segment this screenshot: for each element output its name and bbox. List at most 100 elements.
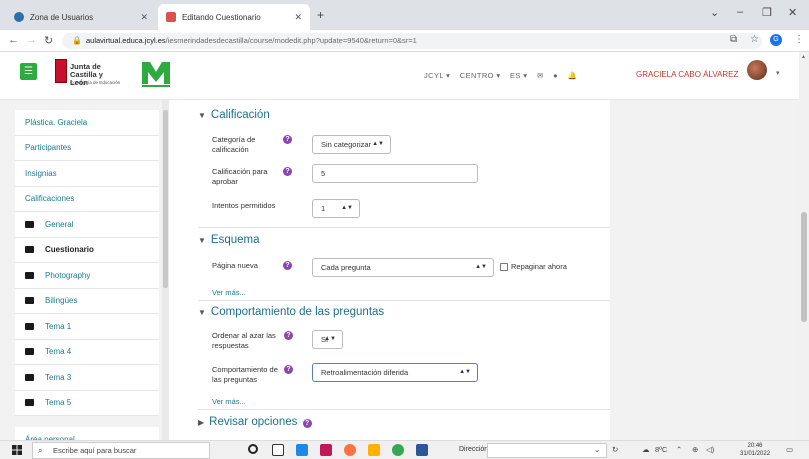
sidebar-item-tema5[interactable]: Tema 5 <box>15 390 159 416</box>
pagina-label: Página nueva <box>212 261 258 270</box>
dropdown-chevron-icon[interactable]: ⌄ <box>594 445 600 454</box>
reload-icon[interactable]: ↻ <box>44 34 53 47</box>
select-arrows-icon: ▲▼ <box>341 205 353 211</box>
sidebar-item-bilingues[interactable]: Bilingües <box>15 288 159 314</box>
sidebar-item-plastica[interactable]: Plástica. Graciela <box>15 110 159 136</box>
network-icon[interactable]: ⊕ <box>692 445 698 454</box>
sidebar-item-photography[interactable]: Photography <box>15 263 159 289</box>
comportamiento-vermas-link[interactable]: Ver más... <box>212 397 246 406</box>
comportamiento-select[interactable]: Retroalimentación diferida ▲▼ <box>312 363 478 382</box>
help-icon[interactable]: ? <box>283 261 292 270</box>
volume-icon[interactable]: ◁) <box>706 445 714 454</box>
quiz-settings-form: ▼ Calificación Categoría de calificación … <box>190 100 610 440</box>
direccion-input[interactable] <box>487 443 607 458</box>
intentos-select[interactable]: 1 ▲▼ <box>312 199 360 218</box>
browser-tab-zona[interactable]: Zona de Usuarios ✕ <box>6 4 156 30</box>
folder-icon <box>25 399 34 407</box>
intentos-label: Intentos permitidos <box>212 201 276 210</box>
maximize-button[interactable]: ❐ <box>762 6 772 19</box>
sidebar-item-tema3[interactable]: Tema 3 <box>15 365 159 391</box>
collapse-caret-icon: ▼ <box>198 111 206 120</box>
help-icon[interactable]: ? <box>284 331 293 340</box>
url-host: aulavirtual.educa.jcyl.es <box>86 36 166 45</box>
chat-icon[interactable]: ● <box>553 71 558 80</box>
browser-tab-editando[interactable]: Editando Cuestionario ✕ <box>158 4 310 30</box>
ordenar-select[interactable]: Sí ▲▼ <box>312 330 343 349</box>
sidebar-item-cuestionario[interactable]: Cuestionario <box>15 237 159 263</box>
notification-center-icon[interactable]: ▭ <box>786 445 793 454</box>
sidebar-scrollbar[interactable] <box>162 100 169 440</box>
pagina-select[interactable]: Cada pregunta ▲▼ <box>312 258 494 277</box>
jcyl-logo[interactable]: Junta de Castilla y León Consejería de Ed… <box>55 57 121 90</box>
user-name[interactable]: GRACIELA CABO ÁLVAREZ <box>636 70 738 79</box>
merindades-logo-icon <box>142 62 170 87</box>
taskbar-clock[interactable]: 20:46 31/01/2022 <box>740 442 770 458</box>
section-revisar-header[interactable]: ▶ Revisar opciones ? <box>198 416 312 428</box>
minimize-button[interactable]: – <box>737 6 743 18</box>
sidebar-scroll-thumb[interactable] <box>163 110 168 288</box>
logo-subtitle: Consejería de Educación <box>70 80 121 85</box>
collapse-caret-icon: ▼ <box>198 236 206 245</box>
section-divider <box>198 227 610 228</box>
scroll-up-arrow-icon[interactable]: ▲ <box>801 54 806 60</box>
folder-app-icon[interactable] <box>368 444 380 456</box>
forward-icon[interactable]: → <box>26 34 37 46</box>
nav-jcyl[interactable]: JCYL ▾ <box>424 71 450 80</box>
taskbar-search-field[interactable]: ⌕ Escribe aquí para buscar <box>32 442 210 459</box>
sidebar-item-insignias[interactable]: Insignias <box>15 161 159 187</box>
avatar[interactable] <box>747 60 767 80</box>
sidebar-item-general[interactable]: General <box>15 212 159 238</box>
user-menu-caret-icon[interactable]: ▾ <box>776 69 780 77</box>
help-icon[interactable]: ? <box>302 419 312 428</box>
nav-centro[interactable]: CENTRO ▾ <box>460 71 501 80</box>
task-view-icon[interactable] <box>272 444 284 456</box>
tray-chevron-icon[interactable]: ⌃ <box>676 445 682 454</box>
select-arrows-icon: ▲▼ <box>324 336 336 342</box>
ordenar-label: Ordenar al azar las respuestas <box>212 331 276 350</box>
aprobar-input[interactable]: 5 <box>312 164 478 183</box>
section-comportamiento-header[interactable]: ▼ Comportamiento de las preguntas <box>198 306 384 318</box>
share-icon[interactable]: ⧉ <box>730 34 737 45</box>
folder-icon <box>25 271 34 279</box>
help-icon[interactable]: ? <box>283 135 292 144</box>
close-window-button[interactable]: ✕ <box>788 6 797 19</box>
sidebar-item-tema1[interactable]: Tema 1 <box>15 314 159 340</box>
section-esquema-header[interactable]: ▼ Esquema <box>198 234 260 246</box>
weather-temp[interactable]: 8ºC <box>655 445 667 454</box>
section-calificacion-header[interactable]: ▼ Calificación <box>198 109 270 121</box>
windows-start-icon[interactable] <box>12 445 22 455</box>
sidebar-item-tema4[interactable]: Tema 4 <box>15 339 159 365</box>
chrome-icon[interactable] <box>392 444 404 456</box>
cortana-icon[interactable] <box>248 444 258 454</box>
mail-icon[interactable]: ✉ <box>537 71 544 80</box>
esquema-vermas-link[interactable]: Ver más... <box>212 288 246 297</box>
notification-bell-icon[interactable]: 🔔 <box>568 71 578 80</box>
help-icon[interactable]: ? <box>284 365 293 374</box>
sidebar-item-calificaciones[interactable]: Calificaciones <box>15 186 159 212</box>
close-tab-icon[interactable]: ✕ <box>140 12 148 23</box>
sidebar-nav: Plástica. Graciela Participantes Insigni… <box>15 110 159 453</box>
hamburger-menu-button[interactable]: ☰ <box>20 63 37 80</box>
refresh-icon[interactable]: ↻ <box>612 445 618 454</box>
new-tab-button[interactable]: + <box>317 8 324 22</box>
folder-icon <box>25 348 34 356</box>
firefox-icon[interactable] <box>344 444 356 456</box>
categoria-select[interactable]: Sin categorizar ▲▼ <box>312 135 391 154</box>
back-icon[interactable]: ← <box>8 34 19 46</box>
repaginar-checkbox[interactable] <box>500 263 508 271</box>
bookmark-star-icon[interactable]: ☆ <box>750 34 759 45</box>
file-explorer-icon[interactable] <box>296 444 308 456</box>
page-scrollbar[interactable]: ▲ <box>799 52 809 440</box>
page-scroll-thumb[interactable] <box>801 212 807 322</box>
browser-menu-icon[interactable]: ⋮ <box>794 34 804 45</box>
tab-search-chevron-icon[interactable]: ⌄ <box>710 6 719 19</box>
url-field[interactable]: 🔒 aulavirtual.educa.jcyl.es/iesmerindade… <box>62 33 762 49</box>
close-tab-icon[interactable]: ✕ <box>294 12 302 23</box>
sidebar-item-participantes[interactable]: Participantes <box>15 135 159 161</box>
profile-icon[interactable]: G <box>770 34 782 46</box>
app-icon[interactable] <box>320 444 332 456</box>
help-icon[interactable]: ? <box>283 167 292 176</box>
nav-language[interactable]: ES ▾ <box>510 71 527 80</box>
word-icon[interactable] <box>416 444 428 456</box>
section-divider <box>198 409 610 410</box>
